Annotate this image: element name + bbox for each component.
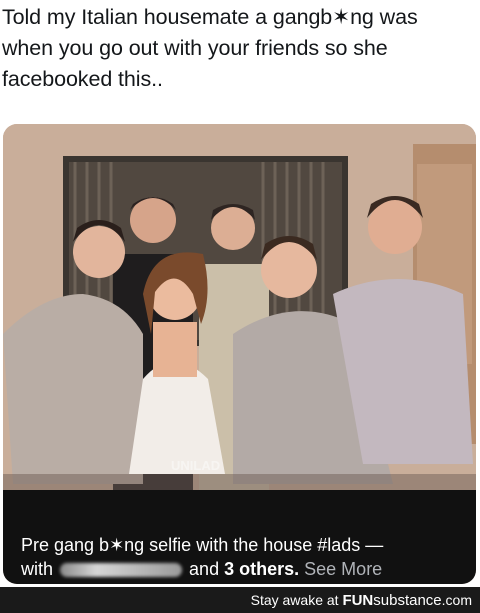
watermark-text: UNILAD: [171, 458, 221, 473]
redacted-name: [60, 563, 183, 578]
others-prefix: and: [189, 559, 220, 579]
caption-line-2: when you go out with your friends so she: [2, 36, 388, 60]
with-label: with: [21, 559, 54, 579]
see-more-link[interactable]: See More: [304, 559, 382, 579]
site-footer: Stay awake at FUNsubstance.com: [0, 587, 480, 613]
footer-prefix: Stay awake at: [250, 592, 339, 608]
post-text-line-1: Pre gang b✶ng selfie with the house #lad…: [21, 535, 384, 555]
caption-line-1: Told my Italian housemate a gangb✶ng was: [2, 5, 418, 29]
brand-bold: FUN: [342, 592, 374, 609]
caption-line-3: facebooked this..: [2, 67, 163, 91]
brand-tld: .com: [441, 592, 472, 608]
post-caption: Told my Italian housemate a gangb✶ng was…: [2, 2, 478, 95]
brand-rest: substance: [373, 592, 442, 609]
footer-branding[interactable]: Stay awake at FUNsubstance.com: [251, 591, 472, 610]
others-count-link[interactable]: 3 others.: [224, 559, 299, 579]
post-text: Pre gang b✶ng selfie with the house #lad…: [21, 533, 461, 581]
facebook-post-screenshot: UNILAD Pre gang b✶ng selfie with the hou…: [3, 124, 476, 584]
